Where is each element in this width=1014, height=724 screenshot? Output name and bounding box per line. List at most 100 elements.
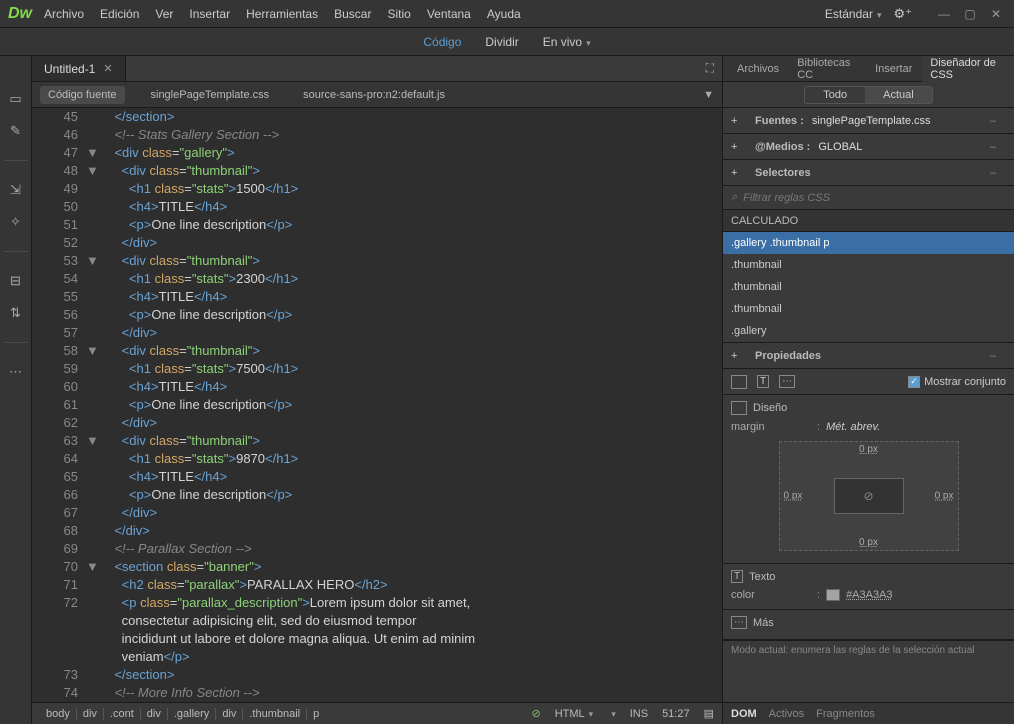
insert-mode[interactable]: INS	[630, 708, 648, 720]
comment-icon[interactable]: ⊟	[7, 272, 25, 290]
css-rule-item[interactable]: .thumbnail	[723, 276, 1014, 298]
toggle-current[interactable]: Actual	[865, 87, 932, 103]
add-property-icon[interactable]: +	[731, 350, 747, 362]
menu-insertar[interactable]: Insertar	[189, 7, 230, 21]
panel-tab[interactable]: Diseñador de CSS	[922, 56, 1014, 85]
layout-category-icon[interactable]	[731, 375, 747, 389]
menu-ayuda[interactable]: Ayuda	[487, 7, 521, 21]
close-button[interactable]: ✕	[986, 6, 1006, 22]
sources-label: Fuentes :	[755, 115, 804, 127]
wand-icon[interactable]: ✧	[7, 213, 25, 231]
code-editor[interactable]: 4546474849505152535455565758596061626364…	[32, 108, 722, 702]
properties-section[interactable]: + Propiedades –	[723, 343, 1014, 369]
app-logo: Dw	[8, 5, 32, 23]
color-swatch[interactable]	[826, 589, 840, 601]
bottom-tab[interactable]: DOM	[731, 708, 757, 720]
breadcrumb-item[interactable]: div	[77, 708, 104, 720]
margin-right-value[interactable]: 0 px	[935, 491, 954, 502]
new-file-icon[interactable]: ✎	[7, 122, 25, 140]
css-rule-item[interactable]: .gallery	[723, 320, 1014, 342]
titlebar: Dw Archivo Edición Ver Insertar Herramientas…	[0, 0, 1014, 28]
sources-value: singlePageTemplate.css	[812, 115, 931, 127]
filter-rules-input[interactable]: ⌕ Filtrar reglas CSS	[723, 186, 1014, 210]
color-label: color	[731, 589, 811, 601]
more-section-icon: ⋯	[731, 616, 747, 629]
maximize-button[interactable]: ▢	[960, 6, 980, 22]
margin-left-value[interactable]: 0 px	[784, 491, 803, 502]
expand-icon[interactable]: ⇲	[7, 181, 25, 199]
add-media-icon[interactable]: +	[731, 141, 747, 153]
document-tab[interactable]: Untitled-1 ✕	[32, 56, 126, 81]
breadcrumb-item[interactable]: .thumbnail	[243, 708, 307, 720]
media-section[interactable]: + @Medios : GLOBAL –	[723, 134, 1014, 160]
breadcrumb-item[interactable]: div	[216, 708, 243, 720]
properties-label: Propiedades	[755, 350, 821, 362]
collapse-icon[interactable]: ⇅	[7, 304, 25, 322]
design-header: Diseño	[753, 402, 787, 414]
related-js[interactable]: source-sans-pro:n2:default.js	[295, 86, 453, 104]
remove-property-icon[interactable]: –	[990, 350, 1006, 362]
menu-edición[interactable]: Edición	[100, 7, 139, 21]
menu-ventana[interactable]: Ventana	[427, 7, 471, 21]
media-label: @Medios :	[755, 141, 810, 153]
breadcrumb-item[interactable]: .cont	[104, 708, 141, 720]
margin-top-value[interactable]: 0 px	[859, 444, 878, 455]
bottom-tab[interactable]: Activos	[769, 708, 804, 720]
panel-tab[interactable]: Insertar	[867, 59, 920, 79]
remove-selector-icon[interactable]: –	[990, 167, 1006, 179]
tab-close-icon[interactable]: ✕	[103, 62, 112, 75]
bottom-tab[interactable]: Fragmentos	[816, 708, 875, 720]
text-section-icon: T	[731, 570, 743, 583]
menu-sitio[interactable]: Sitio	[387, 7, 410, 21]
minimize-button[interactable]: —	[934, 6, 954, 22]
margin-bottom-value[interactable]: 0 px	[859, 537, 878, 548]
panel-tab[interactable]: Bibliotecas CC	[789, 56, 865, 85]
menu-archivo[interactable]: Archivo	[44, 7, 84, 21]
filter-icon[interactable]: ▼	[703, 89, 714, 101]
css-rule-item[interactable]: .thumbnail	[723, 254, 1014, 276]
workspace-switcher[interactable]: Estándar	[825, 7, 882, 21]
css-rule-item[interactable]: .gallery .thumbnail p	[723, 232, 1014, 254]
tab-label: Untitled-1	[44, 62, 95, 76]
toggle-all[interactable]: Todo	[805, 87, 865, 103]
related-css[interactable]: singlePageTemplate.css	[143, 86, 278, 104]
view-code[interactable]: Código	[423, 35, 461, 49]
mode-hint: Modo actual: enumera las reglas de la se…	[723, 640, 1014, 660]
more-icon[interactable]: ⋯	[7, 363, 25, 381]
color-value[interactable]: #A3A3A3	[846, 589, 892, 601]
view-split[interactable]: Dividir	[485, 35, 518, 49]
show-set-checkbox[interactable]: ✓	[908, 376, 920, 388]
lint-ok-icon[interactable]: ⊘	[531, 707, 540, 720]
filter-placeholder: Filtrar reglas CSS	[743, 192, 830, 204]
sync-settings-icon[interactable]: ⚙⁺	[893, 6, 912, 22]
cursor-position: 51:27	[662, 708, 690, 720]
selectors-section[interactable]: + Selectores –	[723, 160, 1014, 186]
file-manage-icon[interactable]: ▭	[7, 90, 25, 108]
view-live[interactable]: En vivo	[543, 35, 591, 49]
css-rule-item[interactable]: .thumbnail	[723, 298, 1014, 320]
menu-herramientas[interactable]: Herramientas	[246, 7, 318, 21]
expand-panel-icon[interactable]: ⛶	[706, 61, 714, 76]
show-set-label: Mostrar conjunto	[924, 376, 1006, 388]
encoding-selector[interactable]	[607, 708, 616, 720]
remove-media-icon[interactable]: –	[990, 141, 1006, 153]
source-code-tab[interactable]: Código fuente	[40, 86, 125, 104]
menu-ver[interactable]: Ver	[155, 7, 173, 21]
overview-icon[interactable]: ▤	[704, 707, 714, 720]
menu-buscar[interactable]: Buscar	[334, 7, 371, 21]
box-model[interactable]: 0 px 0 px 0 px 0 px ⊘	[779, 441, 959, 551]
link-values-icon[interactable]: ⊘	[863, 489, 873, 503]
add-source-icon[interactable]: +	[731, 115, 747, 127]
breadcrumb-item[interactable]: p	[307, 708, 325, 720]
more-category-icon[interactable]: ⋯	[779, 375, 795, 388]
margin-shorthand[interactable]: Mét. abrev.	[826, 421, 880, 433]
panel-tab[interactable]: Archivos	[729, 59, 787, 79]
remove-source-icon[interactable]: –	[990, 115, 1006, 127]
sources-section[interactable]: + Fuentes : singlePageTemplate.css –	[723, 108, 1014, 134]
doctype-selector[interactable]: HTML	[555, 708, 593, 720]
breadcrumb-item[interactable]: .gallery	[168, 708, 216, 720]
breadcrumb-item[interactable]: div	[141, 708, 168, 720]
breadcrumb-item[interactable]: body	[40, 708, 77, 720]
text-category-icon[interactable]: T	[757, 375, 769, 388]
add-selector-icon[interactable]: +	[731, 167, 747, 179]
